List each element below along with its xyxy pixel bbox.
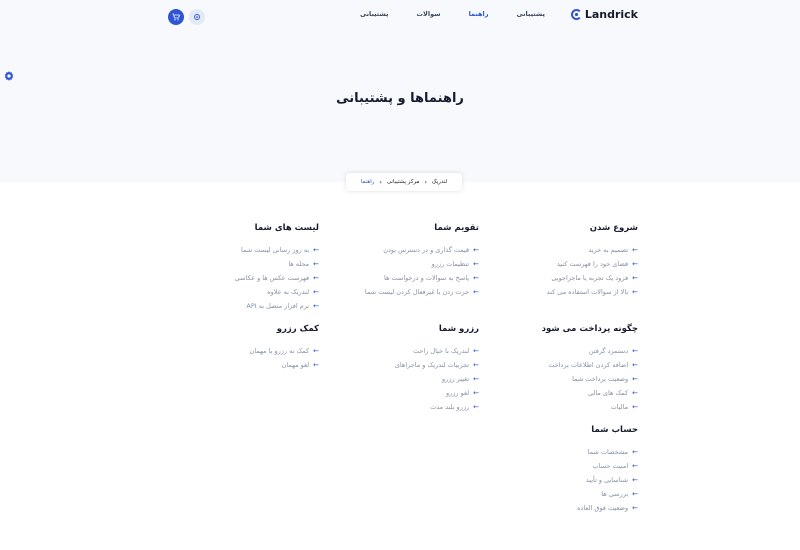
section-title: حساب شما (591, 425, 638, 435)
list-item[interactable]: ← به روز رسانی لیست شما (149, 243, 319, 257)
arrow-left-icon: ← (313, 274, 319, 282)
section-your-account: حساب شما ← مشخصات شما ← امنیت حساب ← شناسای… (468, 425, 638, 515)
arrow-left-icon: ← (632, 347, 638, 355)
arrow-left-icon: ← (473, 347, 479, 355)
nav-item-guides[interactable]: راهنما (469, 10, 489, 18)
top-navbar: Landrick پشتیبانی راهنما سوالات پشتیبانی (0, 0, 800, 34)
section-title: لیست های شما (254, 223, 319, 233)
main-nav: پشتیبانی راهنما سوالات پشتیبانی (360, 10, 545, 18)
shopping-cart-icon (172, 13, 180, 21)
arrow-left-icon: ← (632, 403, 638, 411)
list-item[interactable]: ← تغییر رزرو (309, 372, 479, 386)
arrow-left-icon: ← (473, 246, 479, 254)
list-item[interactable]: ← تصمیم به خرید (468, 243, 638, 257)
breadcrumb-chevron-icon: ‹ (379, 178, 382, 186)
list-item[interactable]: ← فهرست عکس ها و عکاسی (149, 271, 319, 285)
list-item[interactable]: ← کمک های مالی (468, 386, 638, 400)
list-item[interactable]: ← مشخصات شما (468, 445, 638, 459)
breadcrumb-item-home[interactable]: لندریک (432, 179, 447, 185)
arrow-left-icon: ← (313, 260, 319, 268)
logo[interactable]: Landrick (570, 8, 638, 21)
arrow-left-icon: ← (632, 375, 638, 383)
nav-item-faqs[interactable]: سوالات (417, 10, 441, 18)
breadcrumb: لندریک ‹ مرکز پشتیبانی ‹ راهنما (346, 173, 462, 191)
list-item[interactable]: ← وضعیت پرداخت شما (468, 372, 638, 386)
arrow-left-icon: ← (632, 288, 638, 296)
list-item[interactable]: ← تنظیمات رزرو (309, 257, 479, 271)
list-item[interactable]: ← فضای خود را فهرست کنید (468, 257, 638, 271)
arrow-left-icon: ← (632, 504, 638, 512)
gear-icon[interactable] (3, 67, 15, 81)
breadcrumb-item-support-center[interactable]: مرکز پشتیبانی (387, 179, 420, 185)
arrow-left-icon: ← (632, 246, 638, 254)
logo-mark-icon (570, 9, 582, 20)
arrow-left-icon: ← (313, 246, 319, 254)
settings-button[interactable] (189, 9, 205, 25)
list-item[interactable]: ← لغو مهمان (149, 358, 319, 372)
arrow-left-icon: ← (313, 302, 319, 310)
section-your-listings: لیست های شما ← به روز رسانی لیست شما ← محل… (149, 223, 319, 313)
list-item[interactable]: ← بالا از سوالات استفاده می کند (468, 285, 638, 299)
arrow-left-icon: ← (632, 274, 638, 282)
header-buttons (168, 9, 205, 25)
arrow-left-icon: ← (632, 389, 638, 397)
arrow-left-icon: ← (473, 403, 479, 411)
section-reservation-help: کمک رزرو ← کمک به رزرو با مهمان ← لغو مهما… (149, 324, 319, 372)
list-item[interactable]: ← رزرو بلند مدت (309, 400, 479, 414)
arrow-left-icon: ← (313, 347, 319, 355)
list-item[interactable]: ← دستمزد گرفتن (468, 344, 638, 358)
list-item[interactable]: ← اضافه کردن اطلاعات پرداخت (468, 358, 638, 372)
list-item[interactable]: ← وضعیت فوق العاده (468, 501, 638, 515)
list-item[interactable]: ← پاسخ به سوالات و درخواست ها (309, 271, 479, 285)
arrow-left-icon: ← (473, 375, 479, 383)
page-title: راهنماها و پشتیبانی (336, 91, 464, 106)
list-item[interactable]: ← شناسایی و تأیید (468, 473, 638, 487)
list-item[interactable]: ← نرم افزار متصل به API (149, 299, 319, 313)
breadcrumb-chevron-icon: ‹ (424, 178, 427, 186)
nav-item-support-2[interactable]: پشتیبانی (360, 10, 388, 18)
section-getting-started: شروع شدن ← تصمیم به خرید ← فضای خود را فهر… (468, 223, 638, 299)
list-item[interactable]: ← تجربیات لندریک و ماجراهای (309, 358, 479, 372)
list-item[interactable]: ← لندریک با خیال راحت (309, 344, 479, 358)
arrow-left-icon: ← (473, 288, 479, 296)
arrow-left-icon: ← (632, 490, 638, 498)
list-item[interactable]: ← بررسی ها (468, 487, 638, 501)
list-item[interactable]: ← جرت زدن یا غیرفعال کردن لیست شما (309, 285, 479, 299)
arrow-left-icon: ← (313, 361, 319, 369)
list-item[interactable]: ← فرود یک تجربه یا ماجراجویی (468, 271, 638, 285)
list-item[interactable]: ← مالیات (468, 400, 638, 414)
arrow-left-icon: ← (632, 260, 638, 268)
section-how-you-get-paid: چگونه پرداخت می شود ← دستمزد گرفتن ← اضافه… (468, 324, 638, 414)
list-item[interactable]: ← قیمت گذاری و در دسترس بودن (309, 243, 479, 257)
logo-text: Landrick (584, 8, 638, 21)
arrow-left-icon: ← (632, 462, 638, 470)
nav-item-support[interactable]: پشتیبانی (517, 10, 545, 18)
arrow-left-icon: ← (632, 448, 638, 456)
breadcrumb-item-current: راهنما (360, 179, 375, 185)
arrow-left-icon: ← (313, 288, 319, 296)
arrow-left-icon: ← (473, 361, 479, 369)
settings-icon (194, 14, 200, 20)
section-your-reservations: رزرو شما ← لندریک با خیال راحت ← تجربیات ل… (309, 324, 479, 414)
section-your-calendar: تقویم شما ← قیمت گذاری و در دسترس بودن ← ت… (309, 223, 479, 299)
section-title: شروع شدن (589, 223, 638, 233)
section-title: تقویم شما (434, 223, 479, 233)
cart-button[interactable] (168, 9, 184, 25)
arrow-left-icon: ← (473, 260, 479, 268)
arrow-left-icon: ← (632, 476, 638, 484)
section-title: چگونه پرداخت می شود (541, 324, 638, 334)
list-item[interactable]: ← کمک به رزرو با مهمان (149, 344, 319, 358)
list-item[interactable]: ← امنیت حساب (468, 459, 638, 473)
list-item[interactable]: ← لغو رزرو (309, 386, 479, 400)
section-title: رزرو شما (438, 324, 479, 334)
list-item[interactable]: ← محله ها (149, 257, 319, 271)
arrow-left-icon: ← (473, 389, 479, 397)
arrow-left-icon: ← (632, 361, 638, 369)
section-title: کمک رزرو (276, 324, 319, 334)
arrow-left-icon: ← (473, 274, 479, 282)
list-item[interactable]: ← لندریک به علاوه (149, 285, 319, 299)
